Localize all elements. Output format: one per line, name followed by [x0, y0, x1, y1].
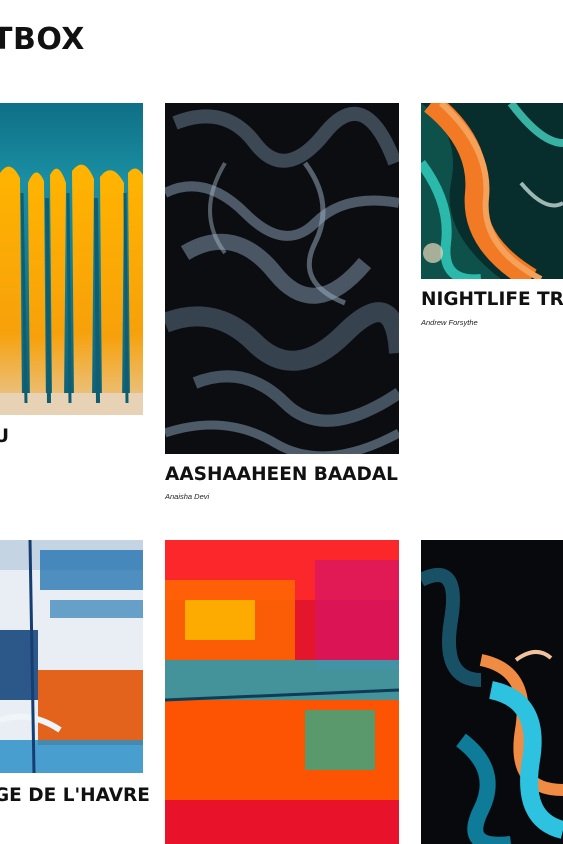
- artwork-image[interactable]: [0, 540, 143, 773]
- site-logo[interactable]: TBOX: [0, 22, 85, 57]
- artwork-image[interactable]: [0, 103, 143, 415]
- artwork-image[interactable]: [421, 540, 563, 844]
- artwork-card[interactable]: [0, 103, 143, 415]
- artwork-artist[interactable]: Anaisha Devi: [165, 492, 209, 501]
- artwork-image[interactable]: [165, 103, 399, 454]
- artwork-title[interactable]: NIGHTLIFE TRA: [421, 289, 563, 310]
- artwork-title[interactable]: GE DE L'HAVRE: [0, 785, 150, 806]
- artwork-title[interactable]: U: [0, 426, 9, 447]
- artwork-card[interactable]: [165, 103, 399, 454]
- artwork-card[interactable]: [0, 540, 143, 773]
- artwork-card[interactable]: [421, 103, 563, 279]
- artwork-card[interactable]: [165, 540, 399, 844]
- artwork-card[interactable]: [421, 540, 563, 844]
- artwork-image[interactable]: [421, 103, 563, 279]
- artwork-title[interactable]: AASHAAHEEN BAADAL: [165, 464, 398, 485]
- artwork-artist[interactable]: Andrew Forsythe: [421, 318, 478, 327]
- artwork-image[interactable]: [165, 540, 399, 844]
